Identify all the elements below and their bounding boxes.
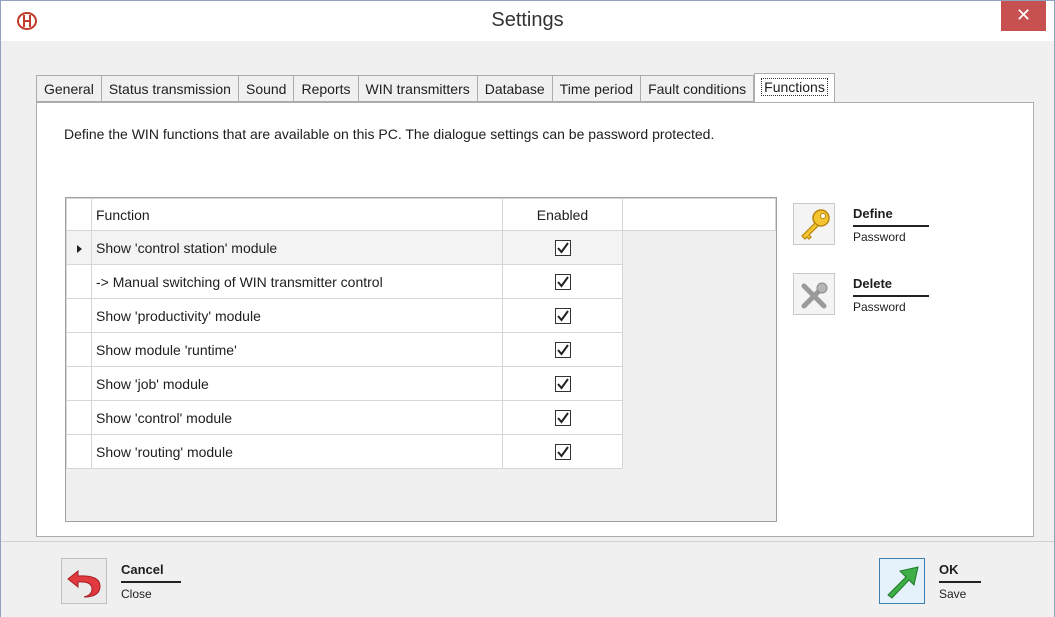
- checkbox-checked-icon[interactable]: [554, 410, 571, 427]
- table-row[interactable]: Show 'routing' module: [66, 434, 776, 469]
- ok-button[interactable]: OK Save: [879, 558, 1009, 608]
- delete-password-button[interactable]: Delete Password: [793, 273, 953, 323]
- delete-sub-label: Password: [853, 300, 906, 314]
- window-title: Settings: [491, 9, 564, 31]
- tab-reports[interactable]: Reports: [293, 75, 358, 102]
- table-row[interactable]: -> Manual switching of WIN transmitter c…: [66, 264, 776, 299]
- function-cell[interactable]: Show 'routing' module: [91, 434, 503, 469]
- row-selector[interactable]: [66, 230, 92, 265]
- checkbox-checked-icon[interactable]: [554, 444, 571, 461]
- checkbox-checked-icon[interactable]: [554, 342, 571, 359]
- key-icon: [801, 209, 830, 240]
- table-row[interactable]: Show 'productivity' module: [66, 298, 776, 333]
- enabled-checkbox-cell[interactable]: [502, 332, 623, 367]
- define-password-button[interactable]: Define Password: [793, 203, 953, 253]
- delete-password-icon-button[interactable]: [793, 273, 835, 315]
- title-bar: Settings ✕: [1, 1, 1054, 41]
- table-row[interactable]: Show 'job' module: [66, 366, 776, 401]
- current-row-icon: [76, 244, 82, 253]
- tab-win-transmitters[interactable]: WIN transmitters: [357, 75, 477, 102]
- close-icon: ✕: [1015, 5, 1032, 25]
- grid-header-row: Function Enabled: [66, 198, 776, 231]
- panel-description: Define the WIN functions that are availa…: [64, 126, 715, 142]
- function-cell[interactable]: Show module 'runtime': [91, 332, 503, 367]
- enabled-checkbox-cell[interactable]: [502, 230, 623, 265]
- undo-arrow-icon: [67, 569, 101, 598]
- function-cell[interactable]: Show 'job' module: [91, 366, 503, 401]
- enabled-checkbox-cell[interactable]: [502, 264, 623, 299]
- ok-sub-label: Save: [939, 587, 967, 601]
- ok-icon-button[interactable]: [879, 558, 925, 604]
- row-selector[interactable]: [66, 400, 92, 435]
- settings-window: Settings ✕ General Status transmission S…: [0, 0, 1055, 617]
- row-selector[interactable]: [66, 366, 92, 401]
- row-selector[interactable]: [66, 298, 92, 333]
- dialog-content: General Status transmission Sound Report…: [1, 41, 1054, 541]
- tab-database[interactable]: Database: [476, 75, 552, 102]
- tab-general[interactable]: General: [36, 75, 101, 102]
- function-cell[interactable]: Show 'productivity' module: [91, 298, 503, 333]
- ok-label: OK: [939, 562, 981, 583]
- cancel-sub-label: Close: [121, 587, 152, 601]
- define-sub-label: Password: [853, 230, 906, 244]
- cancel-label: Cancel: [121, 562, 181, 583]
- tab-status-transmission[interactable]: Status transmission: [100, 75, 238, 102]
- row-header-corner: [66, 198, 92, 231]
- row-selector[interactable]: [66, 264, 92, 299]
- cancel-button[interactable]: Cancel Close: [61, 558, 201, 608]
- tab-fault-conditions[interactable]: Fault conditions: [640, 75, 755, 102]
- bottom-bar: Cancel Close OK Save: [1, 541, 1054, 617]
- enabled-checkbox-cell[interactable]: [502, 298, 623, 333]
- define-label: Define: [853, 206, 929, 227]
- tab-functions-label: Functions: [761, 78, 828, 96]
- close-button[interactable]: ✕: [1001, 1, 1046, 31]
- checkbox-checked-icon[interactable]: [554, 308, 571, 325]
- function-cell[interactable]: -> Manual switching of WIN transmitter c…: [91, 264, 503, 299]
- column-header-empty: [622, 198, 776, 231]
- delete-label: Delete: [853, 276, 929, 297]
- delete-key-icon: [801, 282, 828, 309]
- cancel-icon-button[interactable]: [61, 558, 107, 604]
- tab-time-period[interactable]: Time period: [551, 75, 641, 102]
- enabled-checkbox-cell[interactable]: [502, 400, 623, 435]
- checkbox-checked-icon[interactable]: [554, 274, 571, 291]
- check-arrow-icon: [887, 566, 919, 599]
- enabled-checkbox-cell[interactable]: [502, 366, 623, 401]
- table-row[interactable]: Show 'control station' module: [66, 230, 776, 265]
- table-row[interactable]: Show module 'runtime': [66, 332, 776, 367]
- tab-strip: General Status transmission Sound Report…: [36, 72, 835, 103]
- tab-sound[interactable]: Sound: [237, 75, 294, 102]
- tab-functions[interactable]: Functions: [754, 73, 835, 103]
- functions-panel: Define the WIN functions that are availa…: [36, 102, 1034, 537]
- function-cell[interactable]: Show 'control station' module: [91, 230, 503, 265]
- table-row[interactable]: Show 'control' module: [66, 400, 776, 435]
- functions-grid: Function Enabled Show 'control station' …: [65, 197, 777, 522]
- checkbox-checked-icon[interactable]: [554, 240, 571, 257]
- enabled-checkbox-cell[interactable]: [502, 434, 623, 469]
- column-header-function[interactable]: Function: [91, 198, 503, 231]
- row-selector[interactable]: [66, 434, 92, 469]
- function-cell[interactable]: Show 'control' module: [91, 400, 503, 435]
- define-password-icon-button[interactable]: [793, 203, 835, 245]
- row-selector[interactable]: [66, 332, 92, 367]
- checkbox-checked-icon[interactable]: [554, 376, 571, 393]
- column-header-enabled[interactable]: Enabled: [502, 198, 623, 231]
